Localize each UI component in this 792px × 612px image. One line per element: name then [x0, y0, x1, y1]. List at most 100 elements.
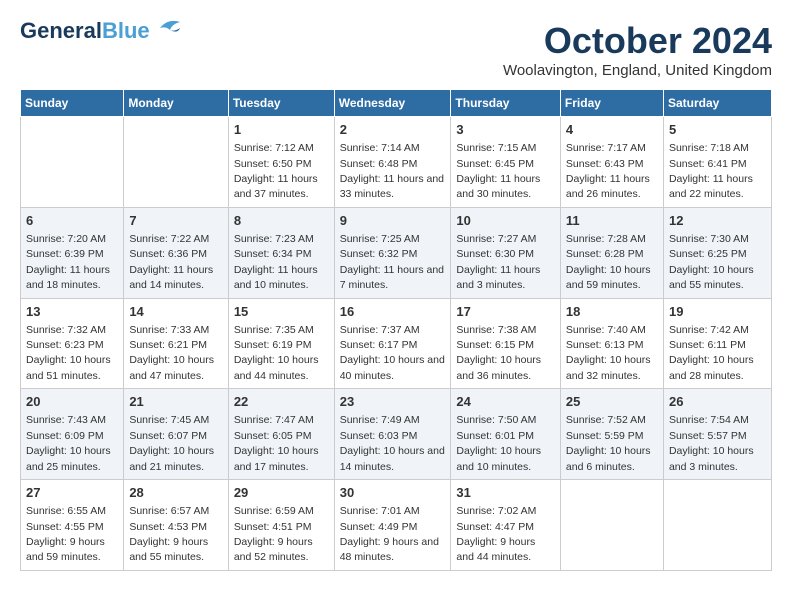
sunrise-text: Sunrise: 7:35 AMSunset: 6:19 PMDaylight:…	[234, 324, 319, 382]
calendar-cell: 25Sunrise: 7:52 AMSunset: 5:59 PMDayligh…	[560, 389, 663, 480]
calendar-cell	[124, 117, 228, 208]
day-number: 13	[26, 303, 118, 321]
sunrise-text: Sunrise: 7:33 AMSunset: 6:21 PMDaylight:…	[129, 324, 214, 382]
day-number: 24	[456, 393, 555, 411]
calendar-cell: 7 Sunrise: 7:22 AMSunset: 6:36 PMDaylight…	[124, 207, 228, 298]
logo-bird-icon	[152, 16, 184, 38]
day-number: 31	[456, 484, 555, 502]
calendar-cell: 3 Sunrise: 7:15 AMSunset: 6:45 PMDaylight…	[451, 117, 561, 208]
sunrise-text: Sunrise: 6:59 AMSunset: 4:51 PMDaylight:…	[234, 505, 314, 563]
sunrise-text: Sunrise: 7:43 AMSunset: 6:09 PMDaylight:…	[26, 414, 111, 472]
day-number: 7	[129, 212, 222, 230]
sunrise-text: Sunrise: 7:40 AMSunset: 6:13 PMDaylight:…	[566, 324, 651, 382]
weekday-header: Wednesday	[334, 90, 451, 117]
calendar-cell: 26 Sunrise: 7:54 AMSunset: 5:57 PMDayligh…	[663, 389, 771, 480]
sunrise-text: Sunrise: 7:02 AMSunset: 4:47 PMDaylight:…	[456, 505, 536, 563]
day-number: 23	[340, 393, 446, 411]
calendar-cell: 28 Sunrise: 6:57 AMSunset: 4:53 PMDayligh…	[124, 480, 228, 571]
calendar-cell: 20 Sunrise: 7:43 AMSunset: 6:09 PMDayligh…	[21, 389, 124, 480]
weekday-header: Saturday	[663, 90, 771, 117]
calendar-week-row: 20 Sunrise: 7:43 AMSunset: 6:09 PMDayligh…	[21, 389, 772, 480]
day-number: 8	[234, 212, 329, 230]
calendar-cell: 8 Sunrise: 7:23 AMSunset: 6:34 PMDaylight…	[228, 207, 334, 298]
weekday-header: Tuesday	[228, 90, 334, 117]
calendar-cell: 4Sunrise: 7:17 AMSunset: 6:43 PMDaylight…	[560, 117, 663, 208]
sunrise-text: Sunrise: 7:12 AMSunset: 6:50 PMDaylight:…	[234, 142, 318, 200]
day-number: 15	[234, 303, 329, 321]
sunrise-text: Sunrise: 7:15 AMSunset: 6:45 PMDaylight:…	[456, 142, 540, 200]
calendar-cell	[663, 480, 771, 571]
sunrise-text: Sunrise: 7:47 AMSunset: 6:05 PMDaylight:…	[234, 414, 319, 472]
day-number: 29	[234, 484, 329, 502]
calendar-cell: 18 Sunrise: 7:40 AMSunset: 6:13 PMDayligh…	[560, 298, 663, 389]
weekday-header-row: SundayMondayTuesdayWednesdayThursdayFrid…	[21, 90, 772, 117]
sunrise-text: Sunrise: 7:52 AMSunset: 5:59 PMDaylight:…	[566, 414, 651, 472]
sunrise-text: Sunrise: 7:38 AMSunset: 6:15 PMDaylight:…	[456, 324, 541, 382]
calendar-cell: 29 Sunrise: 6:59 AMSunset: 4:51 PMDayligh…	[228, 480, 334, 571]
sunrise-text: Sunrise: 6:55 AMSunset: 4:55 PMDaylight:…	[26, 505, 106, 563]
day-number: 14	[129, 303, 222, 321]
calendar-cell: 13 Sunrise: 7:32 AMSunset: 6:23 PMDayligh…	[21, 298, 124, 389]
calendar-cell: 22Sunrise: 7:47 AMSunset: 6:05 PMDayligh…	[228, 389, 334, 480]
sunrise-text: Sunrise: 7:01 AMSunset: 4:49 PMDaylight:…	[340, 505, 439, 563]
logo-blue: Blue	[102, 18, 150, 43]
calendar-cell: 2 Sunrise: 7:14 AMSunset: 6:48 PMDaylight…	[334, 117, 451, 208]
sunrise-text: Sunrise: 7:17 AMSunset: 6:43 PMDaylight:…	[566, 142, 650, 200]
sunrise-text: Sunrise: 7:22 AMSunset: 6:36 PMDaylight:…	[129, 233, 213, 291]
calendar-cell: 17 Sunrise: 7:38 AMSunset: 6:15 PMDayligh…	[451, 298, 561, 389]
sunrise-text: Sunrise: 7:49 AMSunset: 6:03 PMDaylight:…	[340, 414, 445, 472]
calendar-cell: 16 Sunrise: 7:37 AMSunset: 6:17 PMDayligh…	[334, 298, 451, 389]
day-number: 12	[669, 212, 766, 230]
day-number: 10	[456, 212, 555, 230]
sunrise-text: Sunrise: 7:23 AMSunset: 6:34 PMDaylight:…	[234, 233, 318, 291]
weekday-header: Sunday	[21, 90, 124, 117]
calendar-cell: 5 Sunrise: 7:18 AMSunset: 6:41 PMDaylight…	[663, 117, 771, 208]
calendar-cell: 6Sunrise: 7:20 AMSunset: 6:39 PMDaylight…	[21, 207, 124, 298]
sunrise-text: Sunrise: 7:25 AMSunset: 6:32 PMDaylight:…	[340, 233, 444, 291]
day-number: 18	[566, 303, 658, 321]
day-number: 5	[669, 121, 766, 139]
calendar-cell	[560, 480, 663, 571]
sunrise-text: Sunrise: 7:32 AMSunset: 6:23 PMDaylight:…	[26, 324, 111, 382]
calendar-cell: 15 Sunrise: 7:35 AMSunset: 6:19 PMDayligh…	[228, 298, 334, 389]
logo: GeneralBlue	[20, 20, 184, 42]
weekday-header: Thursday	[451, 90, 561, 117]
day-number: 16	[340, 303, 446, 321]
day-number: 27	[26, 484, 118, 502]
day-number: 11	[566, 212, 658, 230]
day-number: 26	[669, 393, 766, 411]
sunrise-text: Sunrise: 7:50 AMSunset: 6:01 PMDaylight:…	[456, 414, 541, 472]
sunrise-text: Sunrise: 7:37 AMSunset: 6:17 PMDaylight:…	[340, 324, 445, 382]
logo-general: General	[20, 18, 102, 43]
day-number: 3	[456, 121, 555, 139]
day-number: 21	[129, 393, 222, 411]
sunrise-text: Sunrise: 7:42 AMSunset: 6:11 PMDaylight:…	[669, 324, 754, 382]
sunrise-text: Sunrise: 7:54 AMSunset: 5:57 PMDaylight:…	[669, 414, 754, 472]
calendar-cell: 21 Sunrise: 7:45 AMSunset: 6:07 PMDayligh…	[124, 389, 228, 480]
month-title: October 2024	[503, 20, 772, 62]
day-number: 6	[26, 212, 118, 230]
calendar-cell: 19 Sunrise: 7:42 AMSunset: 6:11 PMDayligh…	[663, 298, 771, 389]
day-number: 30	[340, 484, 446, 502]
calendar-cell: 12 Sunrise: 7:30 AMSunset: 6:25 PMDayligh…	[663, 207, 771, 298]
calendar-cell: 11Sunrise: 7:28 AMSunset: 6:28 PMDayligh…	[560, 207, 663, 298]
day-number: 20	[26, 393, 118, 411]
day-number: 28	[129, 484, 222, 502]
title-block: October 2024 Woolavington, England, Unit…	[503, 20, 772, 79]
calendar-week-row: 13 Sunrise: 7:32 AMSunset: 6:23 PMDayligh…	[21, 298, 772, 389]
sunrise-text: Sunrise: 7:30 AMSunset: 6:25 PMDaylight:…	[669, 233, 754, 291]
calendar-cell: 27 Sunrise: 6:55 AMSunset: 4:55 PMDayligh…	[21, 480, 124, 571]
calendar-cell: 1Sunrise: 7:12 AMSunset: 6:50 PMDaylight…	[228, 117, 334, 208]
location: Woolavington, England, United Kingdom	[503, 62, 772, 79]
calendar-cell: 9 Sunrise: 7:25 AMSunset: 6:32 PMDaylight…	[334, 207, 451, 298]
day-number: 2	[340, 121, 446, 139]
calendar-cell: 10Sunrise: 7:27 AMSunset: 6:30 PMDayligh…	[451, 207, 561, 298]
sunrise-text: Sunrise: 7:14 AMSunset: 6:48 PMDaylight:…	[340, 142, 444, 200]
calendar-cell: 30 Sunrise: 7:01 AMSunset: 4:49 PMDayligh…	[334, 480, 451, 571]
sunrise-text: Sunrise: 7:18 AMSunset: 6:41 PMDaylight:…	[669, 142, 753, 200]
day-number: 17	[456, 303, 555, 321]
day-number: 19	[669, 303, 766, 321]
day-number: 9	[340, 212, 446, 230]
sunrise-text: Sunrise: 7:45 AMSunset: 6:07 PMDaylight:…	[129, 414, 214, 472]
sunrise-text: Sunrise: 6:57 AMSunset: 4:53 PMDaylight:…	[129, 505, 209, 563]
